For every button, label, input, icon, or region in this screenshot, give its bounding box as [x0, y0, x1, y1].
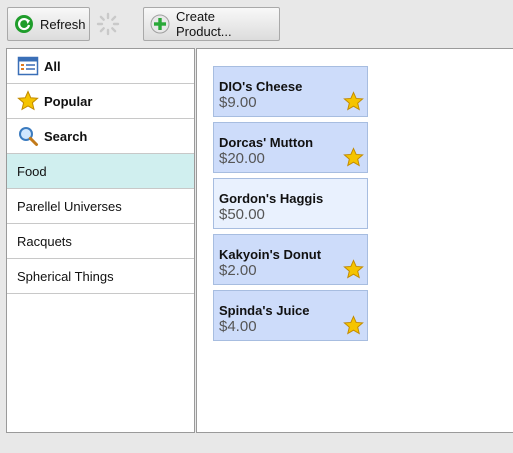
- refresh-button[interactable]: Refresh: [7, 7, 90, 41]
- magnifier-icon: [17, 125, 39, 147]
- product-price: $9.00: [219, 94, 257, 111]
- nav-item-label: Search: [44, 128, 88, 144]
- star-icon: [17, 90, 39, 112]
- star-icon[interactable]: [343, 259, 364, 280]
- nav-item-racquets[interactable]: Racquets: [7, 224, 194, 259]
- star-icon[interactable]: [343, 91, 364, 112]
- product-price: $2.00: [219, 262, 257, 279]
- product-card[interactable]: Gordon's Haggis $50.00: [213, 178, 368, 229]
- nav-item-spherical-things[interactable]: Spherical Things: [7, 259, 194, 294]
- nav-item-label: Racquets: [17, 233, 72, 249]
- nav-item-popular[interactable]: Popular: [7, 84, 194, 119]
- nav-item-search[interactable]: Search: [7, 119, 194, 154]
- star-icon[interactable]: [343, 147, 364, 168]
- product-name: Spinda's Juice: [219, 303, 310, 318]
- nav-item-label: Spherical Things: [17, 268, 114, 284]
- category-sidebar: All Popular Search Food Parellel Univers…: [6, 48, 195, 433]
- refresh-label: Refresh: [40, 16, 86, 32]
- product-name: Kakyoin's Donut: [219, 247, 322, 262]
- nav-item-label: Popular: [44, 93, 93, 109]
- create-product-label: Create Product...: [176, 9, 232, 39]
- star-icon[interactable]: [343, 315, 364, 336]
- product-list: DIO's Cheese $9.00 Dorcas' Mutton $20.00…: [196, 48, 513, 433]
- product-name: DIO's Cheese: [219, 79, 303, 94]
- refresh-icon: [14, 14, 34, 34]
- nav-item-label: All: [44, 58, 61, 74]
- product-price: $50.00: [219, 206, 265, 223]
- create-product-button[interactable]: Create Product...: [143, 7, 280, 41]
- product-name: Dorcas' Mutton: [219, 135, 314, 150]
- all-list-icon: [17, 55, 39, 77]
- product-card[interactable]: Spinda's Juice $4.00: [213, 290, 368, 341]
- toolbar: Refresh Create Product...: [0, 0, 513, 48]
- nav-item-label: Parellel Universes: [17, 198, 122, 214]
- nav-item-food[interactable]: Food: [7, 154, 194, 189]
- nav-item-all[interactable]: All: [7, 49, 194, 84]
- product-price: $4.00: [219, 318, 257, 335]
- product-card[interactable]: Kakyoin's Donut $2.00: [213, 234, 368, 285]
- loading-spinner-icon: [96, 12, 120, 36]
- nav-item-parellel-universes[interactable]: Parellel Universes: [7, 189, 194, 224]
- product-card[interactable]: DIO's Cheese $9.00: [213, 66, 368, 117]
- product-name: Gordon's Haggis: [219, 191, 324, 206]
- product-price: $20.00: [219, 150, 265, 167]
- add-icon: [150, 14, 170, 34]
- product-card[interactable]: Dorcas' Mutton $20.00: [213, 122, 368, 173]
- nav-item-label: Food: [17, 163, 47, 179]
